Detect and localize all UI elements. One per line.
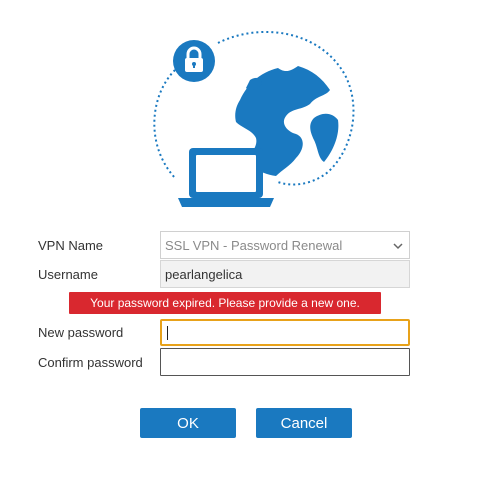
vpn-illustration (153, 31, 355, 207)
connection-dotted-arc-left (153, 69, 176, 179)
cancel-button[interactable]: Cancel (256, 408, 352, 438)
text-caret (167, 326, 168, 340)
username-field: pearlangelica (160, 260, 410, 288)
username-value: pearlangelica (165, 266, 243, 282)
vpn-name-label: VPN Name (38, 238, 104, 253)
ok-button[interactable]: OK (140, 408, 236, 438)
vpn-name-select[interactable]: SSL VPN - Password Renewal (160, 231, 410, 259)
vpn-name-value: SSL VPN - Password Renewal (165, 237, 343, 253)
username-label: Username (38, 267, 98, 282)
confirm-password-label: Confirm password (38, 355, 143, 370)
laptop-icon (178, 148, 274, 207)
error-banner: Your password expired. Please provide a … (69, 292, 381, 314)
confirm-password-field[interactable] (160, 348, 410, 376)
chevron-down-icon (393, 243, 403, 250)
new-password-field[interactable] (160, 319, 410, 346)
lock-icon (173, 40, 215, 82)
new-password-label: New password (38, 325, 124, 340)
